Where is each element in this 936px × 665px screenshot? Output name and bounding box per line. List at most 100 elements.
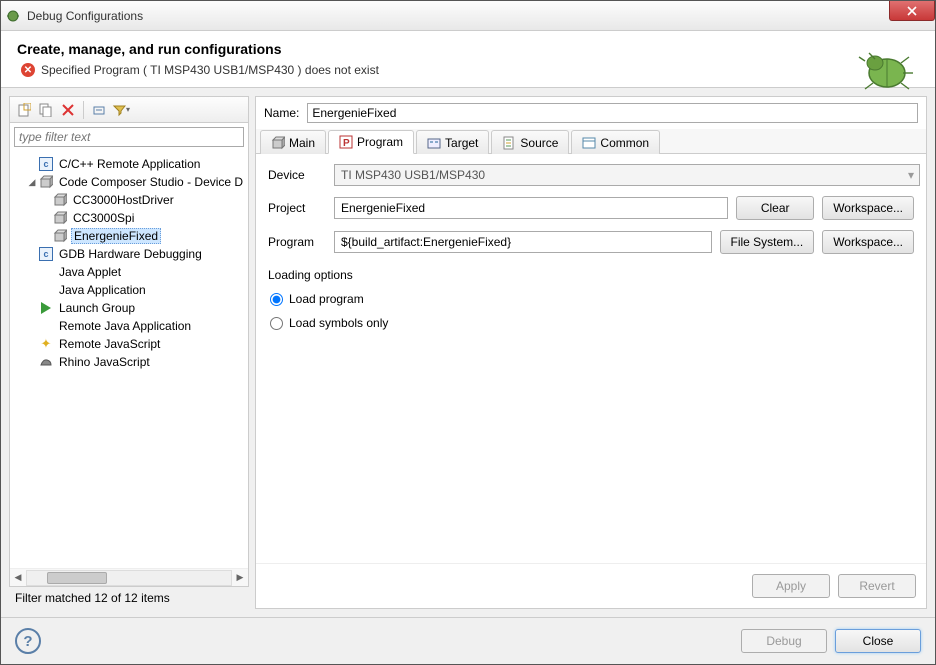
tab-main-label: Main <box>289 136 315 150</box>
device-combo[interactable] <box>334 164 920 186</box>
banner-error-text: Specified Program ( TI MSP430 USB1/MSP43… <box>41 63 379 77</box>
common-icon <box>582 136 596 150</box>
duplicate-button[interactable] <box>36 100 56 120</box>
toolbar-separator <box>83 101 84 119</box>
tree-item-label: CC3000HostDriver <box>71 193 176 207</box>
tree-item[interactable]: Rhino JavaScript <box>10 353 248 371</box>
tab-program-label: Program <box>357 135 403 149</box>
tree-item-label: Remote JavaScript <box>57 337 162 351</box>
footer: ? Debug Close <box>1 617 935 664</box>
tree-item[interactable]: ◢ Code Composer Studio - Device D <box>10 173 248 191</box>
radio-load-program-row[interactable]: Load program <box>270 292 914 306</box>
banner-title: Create, manage, and run configurations <box>17 41 919 57</box>
blank-icon <box>38 282 54 298</box>
horizontal-scrollbar[interactable]: ◀ ▶ <box>10 568 248 586</box>
bug-icon <box>5 8 21 24</box>
help-button[interactable]: ? <box>15 628 41 654</box>
tree-item-label: Java Application <box>57 283 148 297</box>
left-pane: ▾ cC/C++ Remote Application◢Code Compose… <box>9 96 249 587</box>
tree-item[interactable]: CC3000Spi <box>10 209 248 227</box>
radio-load-symbols-row[interactable]: Load symbols only <box>270 316 914 330</box>
config-tree[interactable]: cC/C++ Remote Application◢Code Composer … <box>10 151 248 568</box>
tree-item[interactable]: EnergenieFixed <box>10 227 248 245</box>
tab-bar: Main P Program Target Source Common <box>256 129 926 154</box>
tab-target[interactable]: Target <box>416 130 489 154</box>
tree-item[interactable]: ✦Remote JavaScript <box>10 335 248 353</box>
radio-load-program[interactable] <box>270 293 283 306</box>
rhino-icon <box>38 354 54 370</box>
tree-item-label: C/C++ Remote Application <box>57 157 202 171</box>
c-icon: c <box>38 246 54 262</box>
file-system-button[interactable]: File System... <box>720 230 815 254</box>
tree-item[interactable]: Java Application <box>10 281 248 299</box>
tree-item-label: Launch Group <box>57 301 137 315</box>
tab-source[interactable]: Source <box>491 130 569 154</box>
tree-item[interactable]: cC/C++ Remote Application <box>10 155 248 173</box>
collapse-all-button[interactable] <box>89 100 109 120</box>
tree-item[interactable]: cGDB Hardware Debugging <box>10 245 248 263</box>
tree-item[interactable]: CC3000HostDriver <box>10 191 248 209</box>
clear-button[interactable]: Clear <box>736 196 814 220</box>
tab-program[interactable]: P Program <box>328 130 414 154</box>
tree-item[interactable]: Launch Group <box>10 299 248 317</box>
radio-load-symbols-label: Load symbols only <box>289 316 388 330</box>
radio-load-symbols[interactable] <box>270 317 283 330</box>
tree-item-label: EnergenieFixed <box>71 228 161 244</box>
tree-item-label: GDB Hardware Debugging <box>57 247 204 261</box>
source-icon <box>502 136 516 150</box>
program-input[interactable] <box>334 231 712 253</box>
project-input[interactable] <box>334 197 728 219</box>
tab-common[interactable]: Common <box>571 130 660 154</box>
cube-icon <box>271 136 285 150</box>
window-title: Debug Configurations <box>27 9 143 23</box>
tree-item-label: Code Composer Studio - Device D <box>57 175 245 189</box>
tree-item[interactable]: Remote Java Application <box>10 317 248 335</box>
banner-error: ✕ Specified Program ( TI MSP430 USB1/MSP… <box>21 63 919 77</box>
blank-icon <box>38 318 54 334</box>
star-icon: ✦ <box>38 336 54 352</box>
program-label: Program <box>268 235 326 249</box>
filter-button[interactable]: ▾ <box>111 100 131 120</box>
content-area: ▾ cC/C++ Remote Application◢Code Compose… <box>1 88 935 617</box>
delete-button[interactable] <box>58 100 78 120</box>
program-workspace-button[interactable]: Workspace... <box>822 230 914 254</box>
tree-item-label: Java Applet <box>57 265 123 279</box>
tree-item-label: CC3000Spi <box>71 211 136 225</box>
filter-input[interactable] <box>14 127 244 147</box>
close-button[interactable]: Close <box>835 629 921 653</box>
cube-icon <box>52 210 68 226</box>
name-label: Name: <box>264 106 299 120</box>
cube-icon <box>52 228 68 244</box>
banner: Create, manage, and run configurations ✕… <box>1 31 935 88</box>
filter-status: Filter matched 12 of 12 items <box>9 587 249 609</box>
title-bar: Debug Configurations <box>1 1 935 31</box>
play-icon <box>38 300 54 316</box>
svg-text:P: P <box>343 138 350 149</box>
blank-icon <box>38 264 54 280</box>
debug-button[interactable]: Debug <box>741 629 827 653</box>
target-icon <box>427 136 441 150</box>
name-input[interactable] <box>307 103 918 123</box>
radio-load-program-label: Load program <box>289 292 364 306</box>
revert-button[interactable]: Revert <box>838 574 916 598</box>
tab-common-label: Common <box>600 136 649 150</box>
window-close-button[interactable] <box>889 1 935 21</box>
device-label: Device <box>268 168 326 182</box>
apply-button[interactable]: Apply <box>752 574 830 598</box>
loading-options-title: Loading options <box>268 268 914 282</box>
cube-icon <box>38 174 54 190</box>
tree-item[interactable]: Java Applet <box>10 263 248 281</box>
tree-item-label: Rhino JavaScript <box>57 355 152 369</box>
error-icon: ✕ <box>21 63 35 77</box>
tab-body: Device ▾ Project Clear Workspace... Prog… <box>256 154 926 563</box>
apply-bar: Apply Revert <box>256 563 926 608</box>
tab-main[interactable]: Main <box>260 130 326 154</box>
c-icon: c <box>38 156 54 172</box>
tree-item-label: Remote Java Application <box>57 319 193 333</box>
program-icon: P <box>339 135 353 149</box>
dialog-window: Debug Configurations Create, manage, and… <box>0 0 936 665</box>
new-config-button[interactable] <box>14 100 34 120</box>
project-workspace-button[interactable]: Workspace... <box>822 196 914 220</box>
tab-target-label: Target <box>445 136 478 150</box>
twisty-icon: ◢ <box>26 177 38 188</box>
